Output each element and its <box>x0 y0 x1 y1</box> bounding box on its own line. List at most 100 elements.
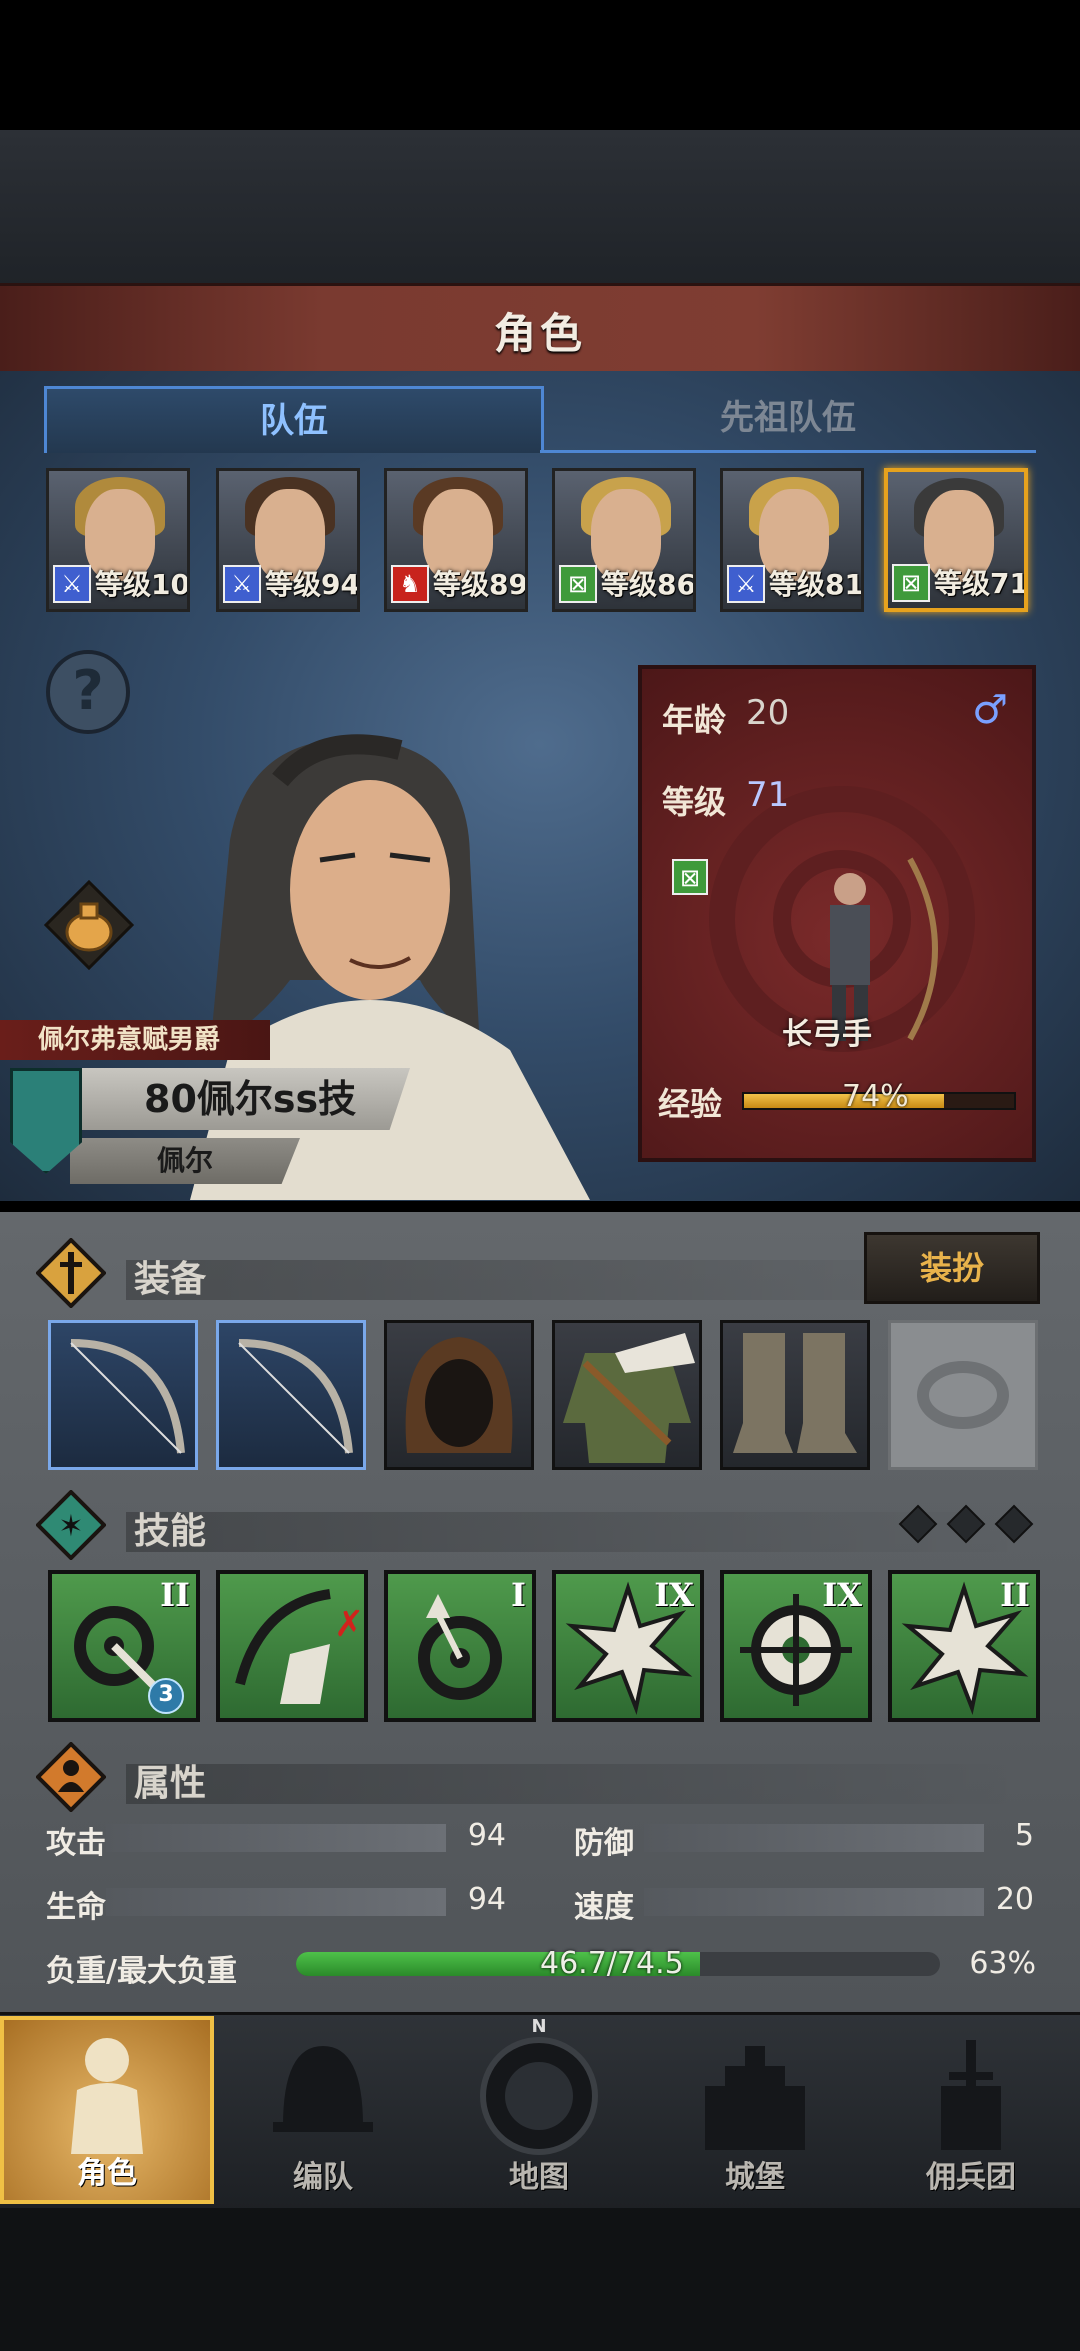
help-button[interactable]: ? <box>46 650 130 734</box>
status-bar <box>0 0 1080 130</box>
mercenary-icon <box>941 2040 1001 2150</box>
hero-level: 等级81 <box>769 568 864 601</box>
attributes-header: 属性 <box>36 1742 1036 1812</box>
sword-icon: ⚔ <box>727 565 765 603</box>
defense-label: 防御 <box>574 1826 634 1861</box>
skill-rank: II <box>1000 1576 1030 1614</box>
skill-rank: II <box>160 1576 190 1614</box>
attack-label: 攻击 <box>46 1826 106 1861</box>
character-subname: 佩尔 <box>70 1138 300 1184</box>
bow-icon: ⊠ <box>559 565 597 603</box>
skill-slot-6[interactable]: II <box>888 1570 1040 1722</box>
level-label: 等级 <box>662 783 727 821</box>
male-icon: ♂ <box>972 687 1008 733</box>
bow-icon: ⊠ <box>672 859 708 895</box>
longbow-icon <box>70 1339 185 1454</box>
skill-slot-3[interactable]: I <box>384 1570 536 1722</box>
life-label: 生命 <box>46 1890 106 1925</box>
attack-value: 94 <box>467 1818 506 1853</box>
nav-label: 地图 <box>509 2160 569 2195</box>
person-icon <box>36 1742 106 1812</box>
nav-formation[interactable]: 编队 <box>216 2016 430 2204</box>
boots-icon <box>733 1333 857 1453</box>
stat-speed: 速度 20 <box>574 1880 1034 1925</box>
tunic-icon <box>563 1333 695 1463</box>
section-underline <box>126 1764 1026 1804</box>
hero-card-4[interactable]: ⊠ 等级86 <box>552 468 696 612</box>
stat-bar <box>106 1824 446 1852</box>
hero-card-5[interactable]: ⚔ 等级81 <box>720 468 864 612</box>
skill-slot-1[interactable]: II 3 <box>48 1570 200 1722</box>
weight-label: 负重/最大负重 <box>46 1954 237 1989</box>
skill-slot-4[interactable]: IX <box>552 1570 704 1722</box>
sword-icon: ⚔ <box>53 565 91 603</box>
header-background <box>0 130 1080 285</box>
dagger-icon <box>36 1238 106 1308</box>
level-value: 71 <box>746 775 790 815</box>
dress-up-button[interactable]: 装扮 <box>864 1232 1040 1304</box>
tab-ancestor-team[interactable]: 先祖队伍 <box>540 386 1036 453</box>
equip-slot-body[interactable] <box>552 1320 702 1470</box>
hero-card-6-selected[interactable]: ⊠ 等级71 <box>884 468 1028 612</box>
equip-slot-weapon-1[interactable] <box>48 1320 198 1470</box>
nav-label: 城堡 <box>725 2160 785 2195</box>
longbow-icon <box>238 1339 353 1454</box>
hero-card-1[interactable]: ⚔ 等级103 <box>46 468 190 612</box>
speed-value: 20 <box>995 1882 1034 1917</box>
castle-icon <box>705 2046 805 2150</box>
hero-card-2[interactable]: ⚔ 等级94 <box>216 468 360 612</box>
hero-level: 等级86 <box>601 568 696 601</box>
skill-slot-2[interactable]: ✗ <box>216 1570 368 1722</box>
weight-value: 46.7/74.5 <box>540 1946 684 1981</box>
page-title: 角色 <box>493 309 586 358</box>
skill-points-indicator <box>898 1504 1034 1544</box>
nav-castle[interactable]: 城堡 <box>648 2016 862 2204</box>
age-label: 年龄 <box>662 701 727 739</box>
hero-level: 等级71 <box>934 567 1028 600</box>
helmet-icon <box>273 2046 373 2132</box>
skills-title: 技能 <box>134 1511 207 1552</box>
question-icon: ? <box>72 659 104 722</box>
tab-team[interactable]: 队伍 <box>44 386 544 453</box>
bow-shot-icon: ✗ <box>235 1589 364 1704</box>
horse-icon: ♞ <box>391 565 429 603</box>
equip-slot-weapon-2[interactable] <box>216 1320 366 1470</box>
skills-header: ✶ 技能 <box>36 1490 1036 1560</box>
skill-rank: IX <box>822 1576 862 1614</box>
bow-icon: ⊠ <box>892 564 930 602</box>
nav-mercenary[interactable]: 佣兵团 <box>864 2016 1078 2204</box>
hero-level: 等级103 <box>95 568 190 601</box>
character-name[interactable]: 80佩尔ss技 <box>70 1068 410 1130</box>
star-icon: ✶ <box>36 1490 106 1560</box>
character-info-card: 年龄 20 ♂ 等级 71 ⊠ 长弓手 经验 74% <box>638 665 1036 1162</box>
skill-slot-5[interactable]: IX <box>720 1570 872 1722</box>
skill-rank: IX <box>654 1576 694 1614</box>
nav-map[interactable]: N 地图 <box>432 2016 646 2204</box>
stat-bar <box>106 1888 446 1916</box>
ring-slot-empty-icon <box>917 1361 1009 1429</box>
life-value: 94 <box>467 1882 506 1917</box>
character-name-area: 佩尔弗意赋男爵 80佩尔ss技 佩尔 <box>0 1020 420 1200</box>
nav-label: 编队 <box>293 2160 353 2195</box>
equip-slot-head[interactable] <box>384 1320 534 1470</box>
hood-icon <box>405 1337 513 1453</box>
speed-label: 速度 <box>574 1890 634 1925</box>
hero-level: 等级94 <box>265 568 360 601</box>
exp-percent: 74% <box>842 1079 909 1114</box>
nav-label: 角色 <box>77 2156 137 2191</box>
noble-title: 佩尔弗意赋男爵 <box>0 1020 270 1060</box>
attributes-title: 属性 <box>134 1763 207 1804</box>
stat-bar <box>644 1888 984 1916</box>
potion-icon[interactable] <box>44 880 134 970</box>
hero-card-3[interactable]: ♞ 等级89 <box>384 468 528 612</box>
age-value: 20 <box>746 693 790 733</box>
equip-slot-ring-empty[interactable] <box>888 1320 1038 1470</box>
section-underline <box>126 1512 1026 1552</box>
equip-slot-feet[interactable] <box>720 1320 870 1470</box>
nav-label: 佣兵团 <box>926 2160 1016 2195</box>
svg-text:✗: ✗ <box>334 1604 364 1645</box>
nav-character[interactable]: 角色 <box>0 2016 214 2204</box>
stat-defense: 防御 5 <box>574 1816 1034 1861</box>
exp-label: 经验 <box>658 1085 723 1123</box>
knight-icon <box>71 2038 143 2154</box>
